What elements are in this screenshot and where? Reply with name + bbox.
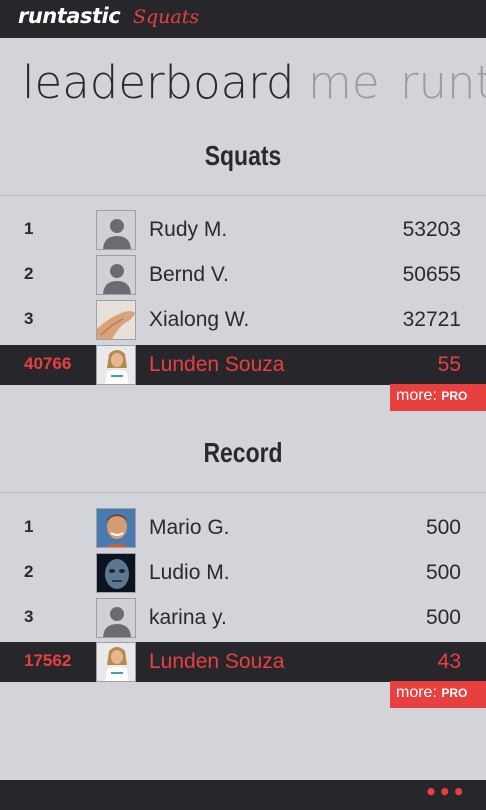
leaderboard-row[interactable]: 3 karina y. 500 (0, 598, 486, 638)
section-title-squats: Squats (204, 140, 282, 171)
leaderboard-row[interactable]: 2 Ludio M. 500 (0, 553, 486, 593)
player-score: 53203 (402, 218, 461, 241)
pro-badge: PRO (441, 389, 468, 403)
my-name: Lunden Souza (149, 353, 285, 376)
player-name: Xialong W. (149, 308, 250, 331)
runtastic-logo: runtastic (18, 4, 121, 28)
app-bar: ••• (0, 780, 486, 810)
rank: 1 (24, 219, 34, 238)
default-avatar-icon (96, 255, 136, 295)
rank: 3 (24, 607, 34, 626)
pivot-leaderboard[interactable]: leaderboard (22, 56, 294, 116)
leaderboard-row[interactable]: 1 Mario G. 500 (0, 508, 486, 548)
rank: 2 (24, 562, 34, 581)
product-name: Squats (133, 6, 200, 28)
pro-badge: PRO (441, 686, 468, 700)
player-name: Mario G. (149, 516, 230, 539)
player-score: 50655 (402, 263, 461, 286)
rank: 3 (24, 309, 34, 328)
player-name: Ludio M. (149, 561, 230, 584)
player-name: karina y. (149, 606, 227, 629)
my-score: 55 (437, 353, 461, 376)
more-label: more: (396, 684, 442, 701)
player-score: 500 (425, 516, 461, 539)
my-leaderboard-row[interactable]: 17562 Lunden Souza 43 (0, 642, 486, 682)
more-pro-button[interactable]: more: PRO (390, 384, 486, 411)
my-leaderboard-row[interactable]: 40766 Lunden Souza 55 (0, 345, 486, 385)
leaderboard-row[interactable]: 3 Xialong W. 32721 (0, 300, 486, 340)
rank: 1 (24, 517, 34, 536)
rank: 2 (24, 264, 34, 283)
ellipsis-icon[interactable]: ••• (425, 780, 466, 804)
hand-photo-avatar (96, 300, 136, 340)
section-title-record: Record (203, 437, 283, 468)
player-score: 32721 (402, 308, 461, 331)
player-name: Rudy M. (149, 218, 228, 241)
my-avatar (96, 642, 136, 682)
divider (0, 195, 486, 196)
my-rank: 17562 (24, 651, 72, 670)
default-avatar-icon (96, 210, 136, 250)
pivot-runtastic[interactable]: runt (400, 56, 486, 116)
player-score: 500 (425, 561, 461, 584)
my-rank: 40766 (24, 354, 72, 373)
leaderboard-row[interactable]: 1 Rudy M. 53203 (0, 210, 486, 250)
my-name: Lunden Souza (149, 650, 285, 673)
divider (0, 492, 486, 493)
player-name: Bernd V. (149, 263, 229, 286)
leaderboard-row[interactable]: 2 Bernd V. 50655 (0, 255, 486, 295)
dark-face-photo-avatar (96, 553, 136, 593)
more-label: more: (396, 387, 442, 404)
my-avatar (96, 345, 136, 385)
man-photo-avatar (96, 508, 136, 548)
my-score: 43 (437, 650, 461, 673)
pivot-me[interactable]: me (308, 56, 380, 116)
default-avatar-icon (96, 598, 136, 638)
player-score: 500 (425, 606, 461, 629)
app-header: runtastic Squats (0, 0, 486, 38)
more-pro-button[interactable]: more: PRO (390, 681, 486, 708)
